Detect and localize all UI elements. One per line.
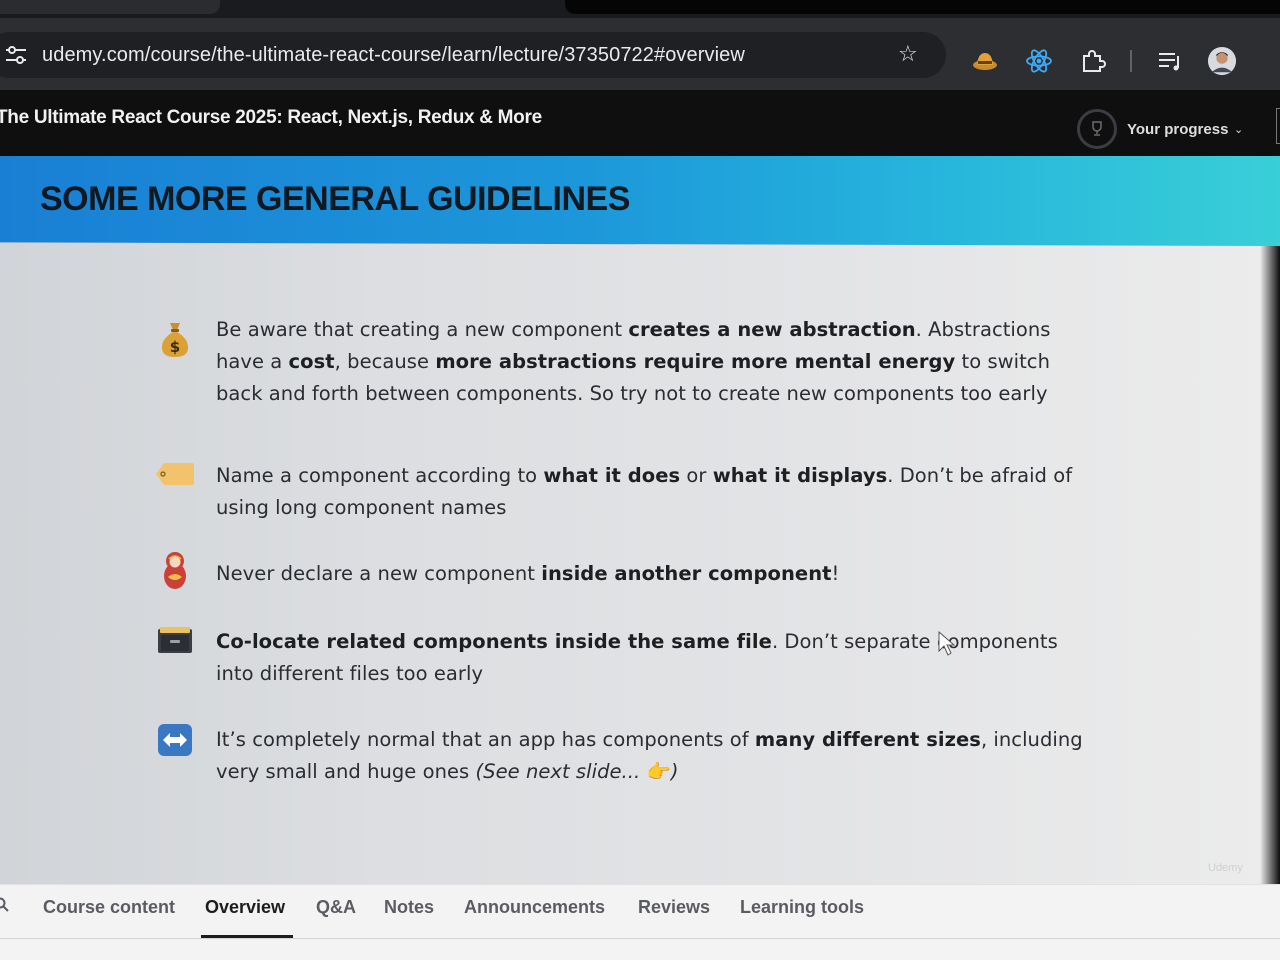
lecture-slide: SOME MORE GENERAL GUIDELINES $ Be aware … [0, 156, 1280, 884]
slide-title: SOME MORE GENERAL GUIDELINES [40, 180, 630, 218]
svg-text:$: $ [170, 338, 180, 356]
search-icon[interactable] [0, 897, 10, 913]
browser-tab-active[interactable] [565, 0, 1280, 14]
money-bag-icon: $ [153, 320, 197, 360]
slide-banner: SOME MORE GENERAL GUIDELINES [0, 156, 1280, 246]
guideline-text: Co-locate related components inside the … [216, 630, 1058, 685]
guideline-text: Be aware that creating a new component c… [216, 318, 1051, 405]
tabs-divider [0, 938, 1280, 939]
url-text[interactable]: udemy.com/course/the-ultimate-react-cour… [42, 44, 745, 67]
chevron-down-icon[interactable]: ⌄ [1234, 123, 1243, 136]
tab-qa[interactable]: Q&A [316, 897, 356, 918]
profile-avatar[interactable] [1207, 46, 1237, 76]
tab-notes[interactable]: Notes [384, 897, 434, 918]
bookmark-star-icon[interactable]: ☆ [898, 42, 918, 67]
browser-tab[interactable] [0, 0, 220, 14]
progress-button[interactable]: Your progress [1127, 121, 1228, 138]
active-tab-indicator [201, 935, 293, 938]
course-header: The Ultimate React Course 2025: React, N… [0, 90, 1280, 156]
watermark: Udemy [1208, 862, 1243, 874]
pointing-hand-icon: 👉 [646, 760, 671, 783]
progress-ring[interactable] [1077, 109, 1117, 149]
label-tag-icon [153, 454, 197, 494]
mouse-cursor-icon [938, 631, 956, 656]
slide-edge-shadow [1260, 246, 1280, 884]
hat-extension-icon[interactable] [970, 46, 1000, 76]
extensions-puzzle-icon[interactable] [1078, 46, 1108, 76]
guideline-text: Never declare a new component inside ano… [216, 562, 840, 585]
tab-overview[interactable]: Overview [205, 897, 285, 918]
tab-announcements[interactable]: Announcements [464, 897, 605, 918]
tab-course-content[interactable]: Course content [43, 897, 175, 918]
file-cabinet-icon [153, 620, 197, 660]
tab-reviews[interactable]: Reviews [638, 897, 710, 918]
guideline-text: Name a component according to what it do… [216, 464, 1073, 519]
address-bar[interactable]: udemy.com/course/the-ultimate-react-cour… [0, 32, 946, 78]
trophy-icon [1092, 121, 1102, 136]
toolbar-separator [1130, 50, 1132, 72]
lecture-tabs: Course content Overview Q&A Notes Announ… [0, 884, 1280, 960]
left-right-arrow-icon [153, 720, 197, 760]
guideline-text: It’s completely normal that an app has c… [216, 728, 1083, 783]
site-settings-icon[interactable] [4, 44, 28, 66]
browser-toolbar: udemy.com/course/the-ultimate-react-cour… [0, 18, 1280, 90]
header-button-edge[interactable] [1276, 108, 1280, 144]
tab-learning-tools[interactable]: Learning tools [740, 897, 864, 918]
react-devtools-icon[interactable] [1024, 46, 1054, 76]
reading-list-icon[interactable] [1155, 46, 1185, 76]
nesting-doll-icon [153, 550, 197, 590]
course-title[interactable]: The Ultimate React Course 2025: React, N… [0, 107, 542, 129]
